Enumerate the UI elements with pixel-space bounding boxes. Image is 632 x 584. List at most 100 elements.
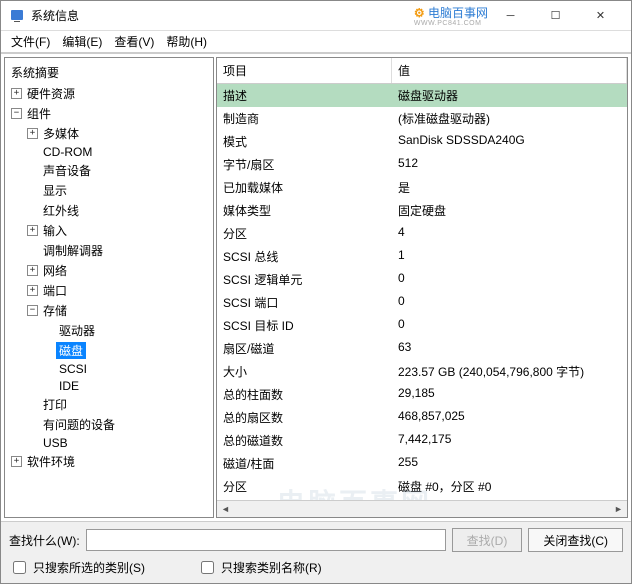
grid-cell-value: 磁盘驱动器 [392,84,627,107]
grid-cell-key: 扇区/磁道 [217,337,392,360]
grid-row[interactable]: SCSI 总线1 [217,245,627,268]
grid-row[interactable]: SCSI 逻辑单元0 [217,268,627,291]
grid-cell-value: 29,185 [392,383,627,406]
grid-cell-value: 512 [392,153,627,176]
tree-node-drives[interactable]: 驱动器 [41,321,211,340]
tree-node-network[interactable]: +网络 [25,261,211,280]
tree-node-sound[interactable]: 声音设备 [25,161,211,180]
find-button[interactable]: 查找(D) [452,528,523,552]
grid-cell-value: 0 [392,268,627,291]
category-tree-pane: 系统摘要 +硬件资源 −组件 +多媒体 CD-ROM 声音设备 [4,57,214,518]
grid-row[interactable]: 磁道/柱面255 [217,452,627,475]
tree-node-software[interactable]: +软件环境 [9,452,211,471]
grid-cell-key: 已加载媒体 [217,176,392,199]
grid-cell-key: SCSI 端口 [217,291,392,314]
grid-row[interactable]: 总的磁道数7,442,175 [217,429,627,452]
checkbox-category-names-input[interactable] [201,561,214,574]
grid-cell-value: 0 [392,291,627,314]
checkbox-selected-category-input[interactable] [13,561,26,574]
menu-edit[interactable]: 编辑(E) [56,31,108,52]
menu-view[interactable]: 查看(V) [108,31,160,52]
col-header-value[interactable]: 值 [392,58,627,83]
tree-node-usb[interactable]: USB [25,435,211,451]
menu-file[interactable]: 文件(F) [5,31,56,52]
grid-cell-key: 描述 [217,84,392,107]
scroll-left-icon[interactable]: ◄ [217,501,234,518]
grid-row[interactable]: 已加载媒体是 [217,176,627,199]
grid-cell-key: 大小 [217,360,392,383]
app-icon [9,8,25,24]
close-button[interactable]: ✕ [578,2,623,30]
titlebar: 系统信息 ⚙ 电脑百事网 WWW.PC841.COM ─ ☐ ✕ [1,1,631,31]
horizontal-scrollbar[interactable]: ◄ ► [217,500,627,517]
grid-cell-value: 255 [392,452,627,475]
tree-node-components[interactable]: −组件 [9,104,211,123]
checkbox-selected-category[interactable]: 只搜索所选的类别(S) [9,558,145,577]
grid-cell-value: 磁盘 #0，分区 #0 [392,475,627,498]
find-panel: 查找什么(W): 查找(D) 关闭查找(C) 只搜索所选的类别(S) 只搜索类别… [1,521,631,583]
content-area: 系统摘要 +硬件资源 −组件 +多媒体 CD-ROM 声音设备 [1,53,631,521]
grid-cell-value: 固定硬盘 [392,199,627,222]
grid-row[interactable]: SCSI 端口0 [217,291,627,314]
close-find-button[interactable]: 关闭查找(C) [528,528,623,552]
minimize-button[interactable]: ─ [488,2,533,30]
tree-node-disks[interactable]: 磁盘 [41,341,211,360]
detail-grid: 项目 值 描述磁盘驱动器制造商(标准磁盘驱动器)模式SanDisk SDSSDA… [216,57,628,518]
grid-row[interactable]: 制造商(标准磁盘驱动器) [217,107,627,130]
tree-node-multimedia[interactable]: +多媒体 [25,124,211,143]
grid-row[interactable]: 媒体类型固定硬盘 [217,199,627,222]
grid-row[interactable]: 扇区/磁道63 [217,337,627,360]
tree-node-input[interactable]: +输入 [25,221,211,240]
tree-node-ide[interactable]: IDE [41,378,211,394]
grid-row[interactable]: 字节/扇区512 [217,153,627,176]
system-information-window: 系统信息 ⚙ 电脑百事网 WWW.PC841.COM ─ ☐ ✕ 文件(F) 编… [0,0,632,584]
grid-header: 项目 值 [217,58,627,84]
grid-row[interactable]: 总的扇区数468,857,025 [217,406,627,429]
grid-cell-value: 是 [392,176,627,199]
grid-cell-value: 1 [392,245,627,268]
watermark-logo: ⚙ 电脑百事网 WWW.PC841.COM [414,4,488,27]
grid-cell-value: (标准磁盘驱动器) [392,107,627,130]
menubar: 文件(F) 编辑(E) 查看(V) 帮助(H) [1,31,631,53]
tree-node-problem[interactable]: 有问题的设备 [25,415,211,434]
grid-row[interactable]: 大小223.57 GB (240,054,796,800 字节) [217,360,627,383]
grid-cell-key: SCSI 目标 ID [217,314,392,337]
grid-row[interactable]: 分区磁盘 #0，分区 #0 [217,475,627,498]
grid-cell-key: 磁道/柱面 [217,452,392,475]
tree-node-display[interactable]: 显示 [25,181,211,200]
grid-cell-value: SanDisk SDSSDA240G [392,130,627,153]
tree-node-scsi[interactable]: SCSI [41,361,211,377]
tree-node-printing[interactable]: 打印 [25,395,211,414]
grid-cell-value: 468,857,025 [392,406,627,429]
grid-cell-value: 223.57 GB (240,054,796,800 字节) [392,360,627,383]
grid-cell-key: 分区 [217,222,392,245]
checkbox-category-names[interactable]: 只搜索类别名称(R) [197,558,322,577]
grid-row[interactable]: 模式SanDisk SDSSDA240G [217,130,627,153]
grid-row[interactable]: 总的柱面数29,185 [217,383,627,406]
grid-cell-key: 总的柱面数 [217,383,392,406]
grid-cell-key: SCSI 总线 [217,245,392,268]
tree-node-hardware[interactable]: +硬件资源 [9,84,211,103]
tree-node-ports[interactable]: +端口 [25,281,211,300]
find-input[interactable] [86,529,446,551]
tree-node-storage[interactable]: −存储 [25,301,211,320]
tree-node-cdrom[interactable]: CD-ROM [25,144,211,160]
maximize-button[interactable]: ☐ [533,2,578,30]
tree-header[interactable]: 系统摘要 [7,62,211,83]
window-controls: ─ ☐ ✕ [488,2,623,30]
grid-cell-key: SCSI 逻辑单元 [217,268,392,291]
category-tree: +硬件资源 −组件 +多媒体 CD-ROM 声音设备 显示 红外线 +输入 [7,84,211,471]
grid-row[interactable]: 描述磁盘驱动器 [217,84,627,107]
grid-row[interactable]: 分区4 [217,222,627,245]
grid-cell-value: 0 [392,314,627,337]
tree-node-infrared[interactable]: 红外线 [25,201,211,220]
grid-cell-value: 4 [392,222,627,245]
tree-node-modem[interactable]: 调制解调器 [25,241,211,260]
col-header-item[interactable]: 项目 [217,58,392,83]
scroll-right-icon[interactable]: ► [610,501,627,518]
grid-cell-key: 媒体类型 [217,199,392,222]
grid-row[interactable]: SCSI 目标 ID0 [217,314,627,337]
grid-cell-key: 模式 [217,130,392,153]
grid-body[interactable]: 描述磁盘驱动器制造商(标准磁盘驱动器)模式SanDisk SDSSDA240G字… [217,84,627,500]
menu-help[interactable]: 帮助(H) [160,31,213,52]
